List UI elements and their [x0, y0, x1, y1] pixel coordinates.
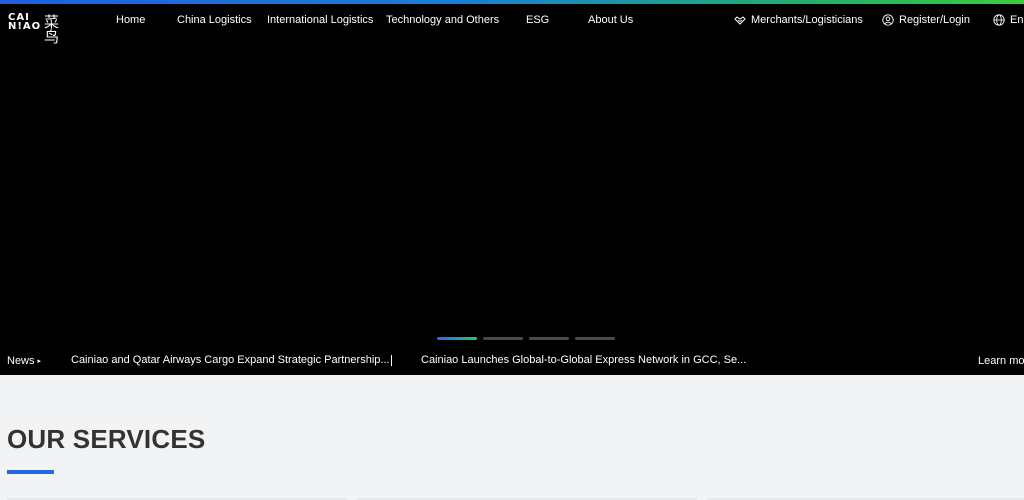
register-login-link[interactable]: Register/Login: [882, 14, 970, 26]
nav-item-china-logistics[interactable]: China Logistics: [177, 14, 252, 26]
handshake-icon: [734, 14, 746, 26]
caret-right-icon: ▸: [37, 358, 42, 365]
carousel-dot[interactable]: [529, 337, 569, 340]
news-headline[interactable]: Cainiao and Qatar Airways Cargo Expand S…: [71, 354, 390, 366]
news-label[interactable]: News ▸: [7, 355, 41, 367]
register-login-label: Register/Login: [899, 14, 970, 26]
hero-banner: CAI N!AO 菜鸟 Home China Logistics Interna…: [0, 4, 1024, 375]
carousel-indicators: [437, 337, 615, 340]
cainiao-logo[interactable]: CAI N!AO 菜鸟: [8, 12, 72, 45]
nav-item-about-us[interactable]: About Us: [588, 14, 633, 26]
learn-more-link[interactable]: Learn more: [978, 355, 1024, 367]
language-selector[interactable]: En: [993, 14, 1023, 26]
nav-item-esg[interactable]: ESG: [526, 14, 549, 26]
globe-icon: [993, 14, 1005, 26]
carousel-dot[interactable]: [483, 337, 523, 340]
merchants-link[interactable]: Merchants/Logisticians: [734, 14, 863, 26]
carousel-dot[interactable]: [575, 337, 615, 340]
user-icon: [882, 14, 894, 26]
nav-item-technology[interactable]: Technology and Others: [386, 14, 499, 26]
language-label: En: [1010, 14, 1024, 26]
news-label-text: News: [7, 355, 35, 367]
nav-item-international-logistics[interactable]: International Logistics: [267, 14, 373, 26]
section-title-underline: [7, 470, 54, 474]
news-headline[interactable]: Cainiao Launches Global-to-Global Expres…: [421, 354, 746, 366]
logo-latin-text: CAI N!AO: [8, 12, 42, 32]
main-navigation: CAI N!AO 菜鸟 Home China Logistics Interna…: [0, 4, 1024, 45]
logo-chinese-text: 菜鸟: [44, 13, 60, 46]
news-ticker: News ▸ Cainiao and Qatar Airways Cargo E…: [0, 353, 1024, 375]
section-title-services: OUR SERVICES: [7, 424, 206, 454]
carousel-dot[interactable]: [437, 337, 477, 340]
nav-item-home[interactable]: Home: [116, 14, 145, 26]
news-divider: [391, 355, 392, 366]
merchants-label: Merchants/Logisticians: [751, 14, 863, 26]
